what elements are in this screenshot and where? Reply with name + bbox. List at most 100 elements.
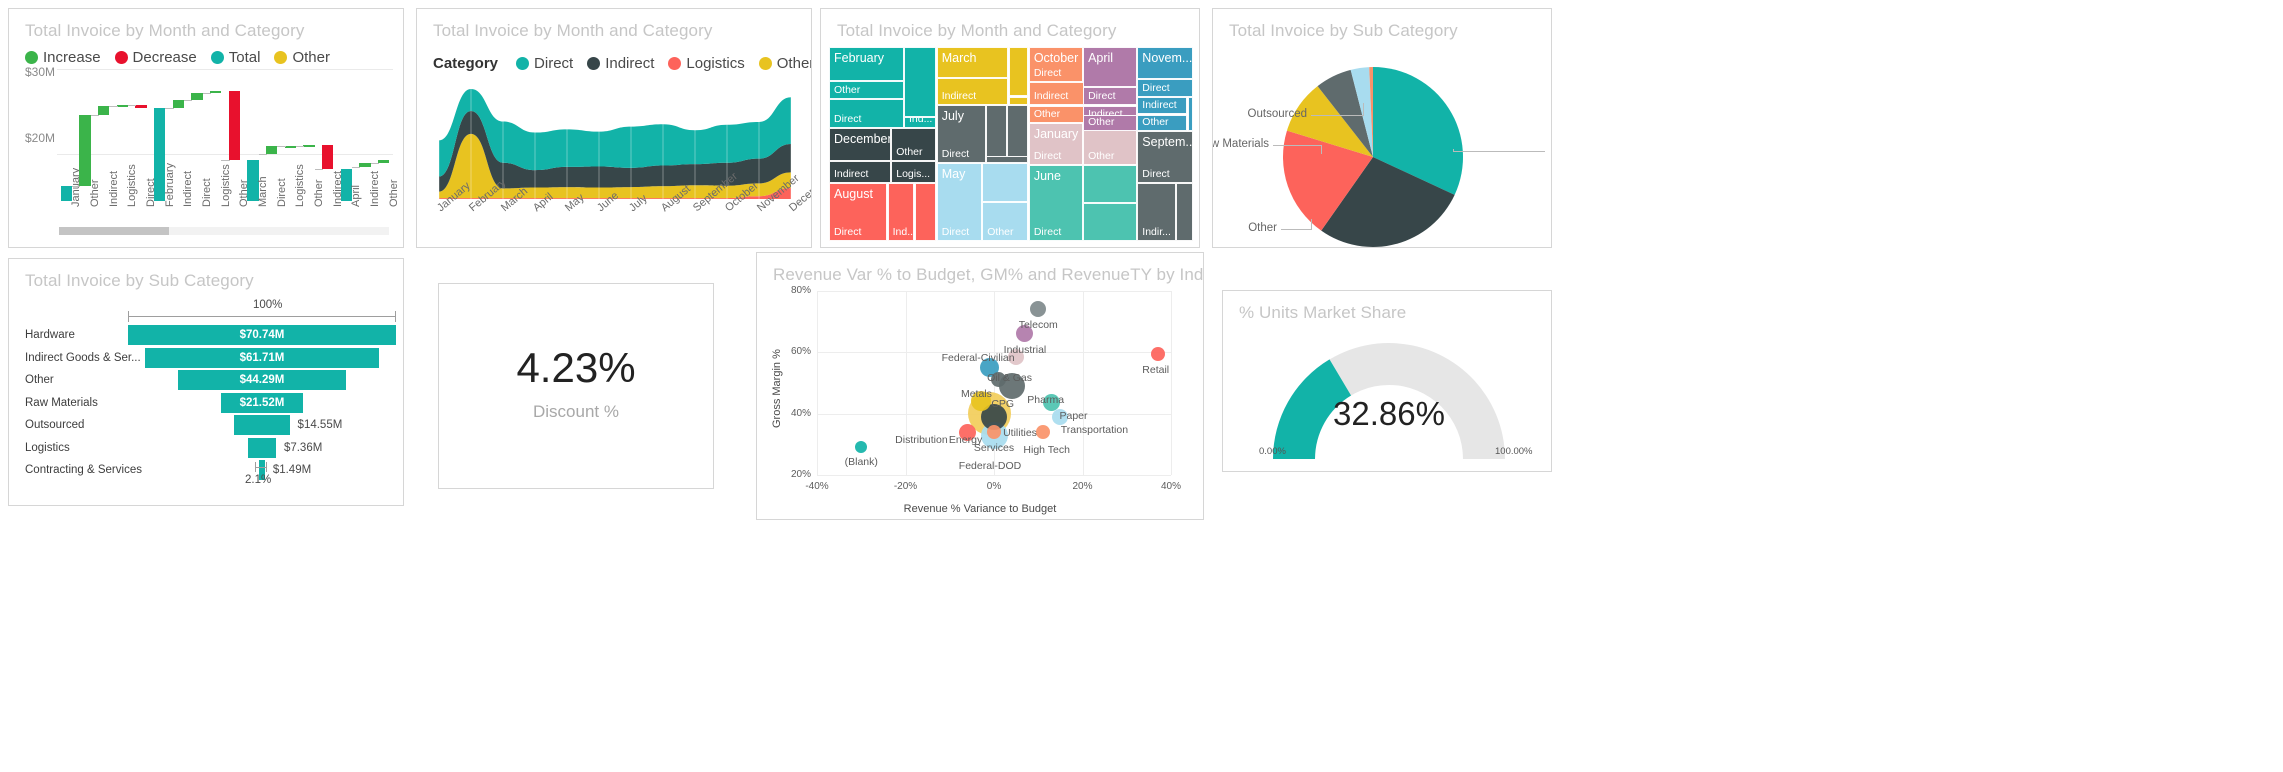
waterfall-bar[interactable] bbox=[228, 91, 241, 161]
funnel-bar[interactable] bbox=[234, 415, 290, 435]
treemap-cell[interactable]: December bbox=[829, 128, 891, 162]
funnel-bar[interactable] bbox=[248, 437, 276, 458]
treemap-cell[interactable] bbox=[1187, 96, 1193, 131]
waterfall-category-label: February bbox=[163, 162, 176, 207]
funnel-chart-tile[interactable]: Total Invoice by Sub Category 100% Hardw… bbox=[8, 258, 404, 506]
kpi-card-tile[interactable]: 4.23% Discount % bbox=[438, 283, 714, 489]
bubble-chart-tile[interactable]: Revenue Var % to Budget, GM% and Revenue… bbox=[756, 252, 1204, 520]
waterfall-scrollbar[interactable] bbox=[59, 227, 389, 235]
treemap-cell[interactable]: Other bbox=[891, 128, 936, 162]
stacked-area-chart-tile[interactable]: Total Invoice by Month and Category Cate… bbox=[416, 8, 812, 248]
funnel-bar[interactable]: $61.71M bbox=[145, 347, 379, 368]
treemap-cell[interactable]: May Direct bbox=[936, 163, 982, 241]
waterfall-gridline bbox=[57, 69, 393, 70]
legend-item-total[interactable]: Total bbox=[210, 49, 260, 66]
legend-item-other[interactable]: Other bbox=[274, 49, 330, 66]
treemap-group-label: July bbox=[941, 108, 964, 123]
legend-item-logistics[interactable]: Logistics bbox=[668, 55, 745, 72]
scatter-y-tick: 40% bbox=[790, 407, 811, 419]
waterfall-bar[interactable] bbox=[79, 114, 91, 186]
waterfall-bar[interactable] bbox=[321, 144, 334, 169]
treemap-cell[interactable] bbox=[1008, 96, 1029, 105]
treemap-cell[interactable]: Indirect bbox=[1028, 82, 1089, 106]
pie-chart-tile[interactable]: Total Invoice by Sub Category HardwareIn… bbox=[1212, 8, 1552, 248]
treemap-cell[interactable]: Direct bbox=[1137, 79, 1193, 97]
treemap-cell[interactable] bbox=[1083, 164, 1137, 203]
treemap-cell[interactable]: Indirect bbox=[936, 78, 1009, 105]
scatter-bubble-services[interactable] bbox=[987, 425, 1001, 440]
treemap-cell[interactable]: Septem... Direct bbox=[1137, 131, 1193, 183]
pie-leader-line bbox=[1321, 145, 1322, 154]
legend-item-increase[interactable]: Increase bbox=[25, 49, 101, 66]
dashboard-canvas: Total Invoice by Month and Category Incr… bbox=[0, 0, 2283, 772]
treemap-cell[interactable]: Indir... bbox=[1137, 182, 1176, 241]
legend-item-decrease[interactable]: Decrease bbox=[114, 49, 197, 66]
waterfall-category-label: Other bbox=[89, 179, 101, 207]
treemap-cell[interactable]: March bbox=[936, 47, 1009, 79]
treemap-cell[interactable]: Other bbox=[982, 202, 1029, 241]
treemap-cell[interactable]: Indirect bbox=[1137, 96, 1188, 115]
scatter-bubble-telecom[interactable] bbox=[1030, 301, 1047, 318]
funnel-category-label: Raw Materials bbox=[25, 396, 98, 409]
treemap-cell[interactable] bbox=[985, 104, 1007, 163]
legend-item-direct[interactable]: Direct bbox=[516, 55, 573, 72]
treemap-cell[interactable]: April bbox=[1083, 47, 1137, 87]
legend-item-label: Indirect bbox=[605, 55, 655, 72]
treemap-cell[interactable]: Other bbox=[1137, 114, 1188, 131]
waterfall-bar[interactable] bbox=[265, 146, 278, 155]
waterfall-bar[interactable] bbox=[359, 162, 371, 167]
waterfall-scrollbar-thumb[interactable] bbox=[59, 227, 169, 235]
treemap-child-label: Direct bbox=[1033, 149, 1062, 162]
waterfall-chart-tile[interactable]: Total Invoice by Month and Category Incr… bbox=[8, 8, 404, 248]
treemap-cell[interactable] bbox=[985, 155, 1029, 163]
waterfall-bar[interactable] bbox=[172, 99, 185, 109]
treemap-cell[interactable]: February bbox=[829, 47, 904, 81]
treemap-cell[interactable]: Novem... bbox=[1137, 47, 1193, 79]
treemap-cell[interactable]: January Direct bbox=[1028, 122, 1083, 165]
funnel-bar[interactable]: $70.74M bbox=[128, 325, 396, 345]
treemap-cell[interactable]: August Direct bbox=[829, 183, 888, 241]
treemap-cell[interactable]: October Direct bbox=[1028, 47, 1083, 82]
treemap-child-label: Direct bbox=[1088, 90, 1116, 103]
waterfall-bar[interactable] bbox=[303, 144, 315, 147]
pie-slice-label: Hardware bbox=[1551, 144, 1552, 156]
waterfall-gridline bbox=[57, 154, 393, 156]
scatter-bubble-high-tech[interactable] bbox=[1035, 425, 1050, 440]
waterfall-bar[interactable] bbox=[135, 104, 147, 109]
treemap-cell[interactable]: Indirect bbox=[829, 161, 891, 183]
treemap-cell[interactable]: Logis... bbox=[891, 161, 936, 183]
treemap-cell[interactable]: Ind... bbox=[887, 183, 915, 241]
legend-item-other[interactable]: Other bbox=[758, 55, 811, 72]
treemap-cell[interactable] bbox=[1006, 104, 1029, 163]
treemap-cell[interactable] bbox=[1083, 202, 1137, 241]
treemap-cell[interactable] bbox=[1008, 47, 1029, 97]
treemap-cell[interactable]: June Direct bbox=[1028, 164, 1083, 241]
scatter-bubble--blank-[interactable] bbox=[855, 441, 868, 454]
treemap-cell[interactable]: Other bbox=[1028, 105, 1089, 123]
treemap-cell[interactable] bbox=[1175, 182, 1193, 241]
treemap-cell[interactable] bbox=[982, 163, 1029, 202]
waterfall-bar[interactable] bbox=[191, 92, 203, 100]
funnel-bar[interactable]: $44.29M bbox=[178, 370, 346, 390]
gauge-chart-tile[interactable]: % Units Market Share 32.86% 0.00% 100.00… bbox=[1222, 290, 1552, 472]
scatter-bubble-retail[interactable] bbox=[1150, 346, 1165, 361]
treemap-cell[interactable] bbox=[914, 183, 936, 241]
treemap-cell[interactable]: Other bbox=[1083, 114, 1137, 131]
waterfall-bar[interactable] bbox=[116, 104, 129, 107]
treemap-cell[interactable]: Direct bbox=[829, 98, 904, 128]
treemap-cell[interactable]: July Direct bbox=[936, 104, 986, 163]
legend-item-indirect[interactable]: Indirect bbox=[587, 55, 654, 72]
treemap-chart-tile[interactable]: Total Invoice by Month and Category Febr… bbox=[820, 8, 1200, 248]
funnel-bar[interactable]: $21.52M bbox=[221, 392, 303, 413]
waterfall-bar[interactable] bbox=[97, 106, 110, 115]
legend-swatch-icon bbox=[210, 51, 224, 64]
waterfall-bar[interactable] bbox=[209, 91, 222, 94]
treemap-cell[interactable] bbox=[903, 47, 936, 117]
treemap-cell[interactable]: Ind... bbox=[903, 117, 936, 128]
waterfall-bar[interactable] bbox=[284, 145, 297, 148]
pie-leader-line bbox=[1311, 219, 1312, 230]
waterfall-bar[interactable] bbox=[377, 160, 390, 163]
treemap-cell[interactable]: Direct bbox=[1083, 86, 1137, 106]
funnel-category-label: Contracting & Services bbox=[25, 464, 142, 476]
treemap-cell[interactable]: Other bbox=[829, 81, 904, 99]
